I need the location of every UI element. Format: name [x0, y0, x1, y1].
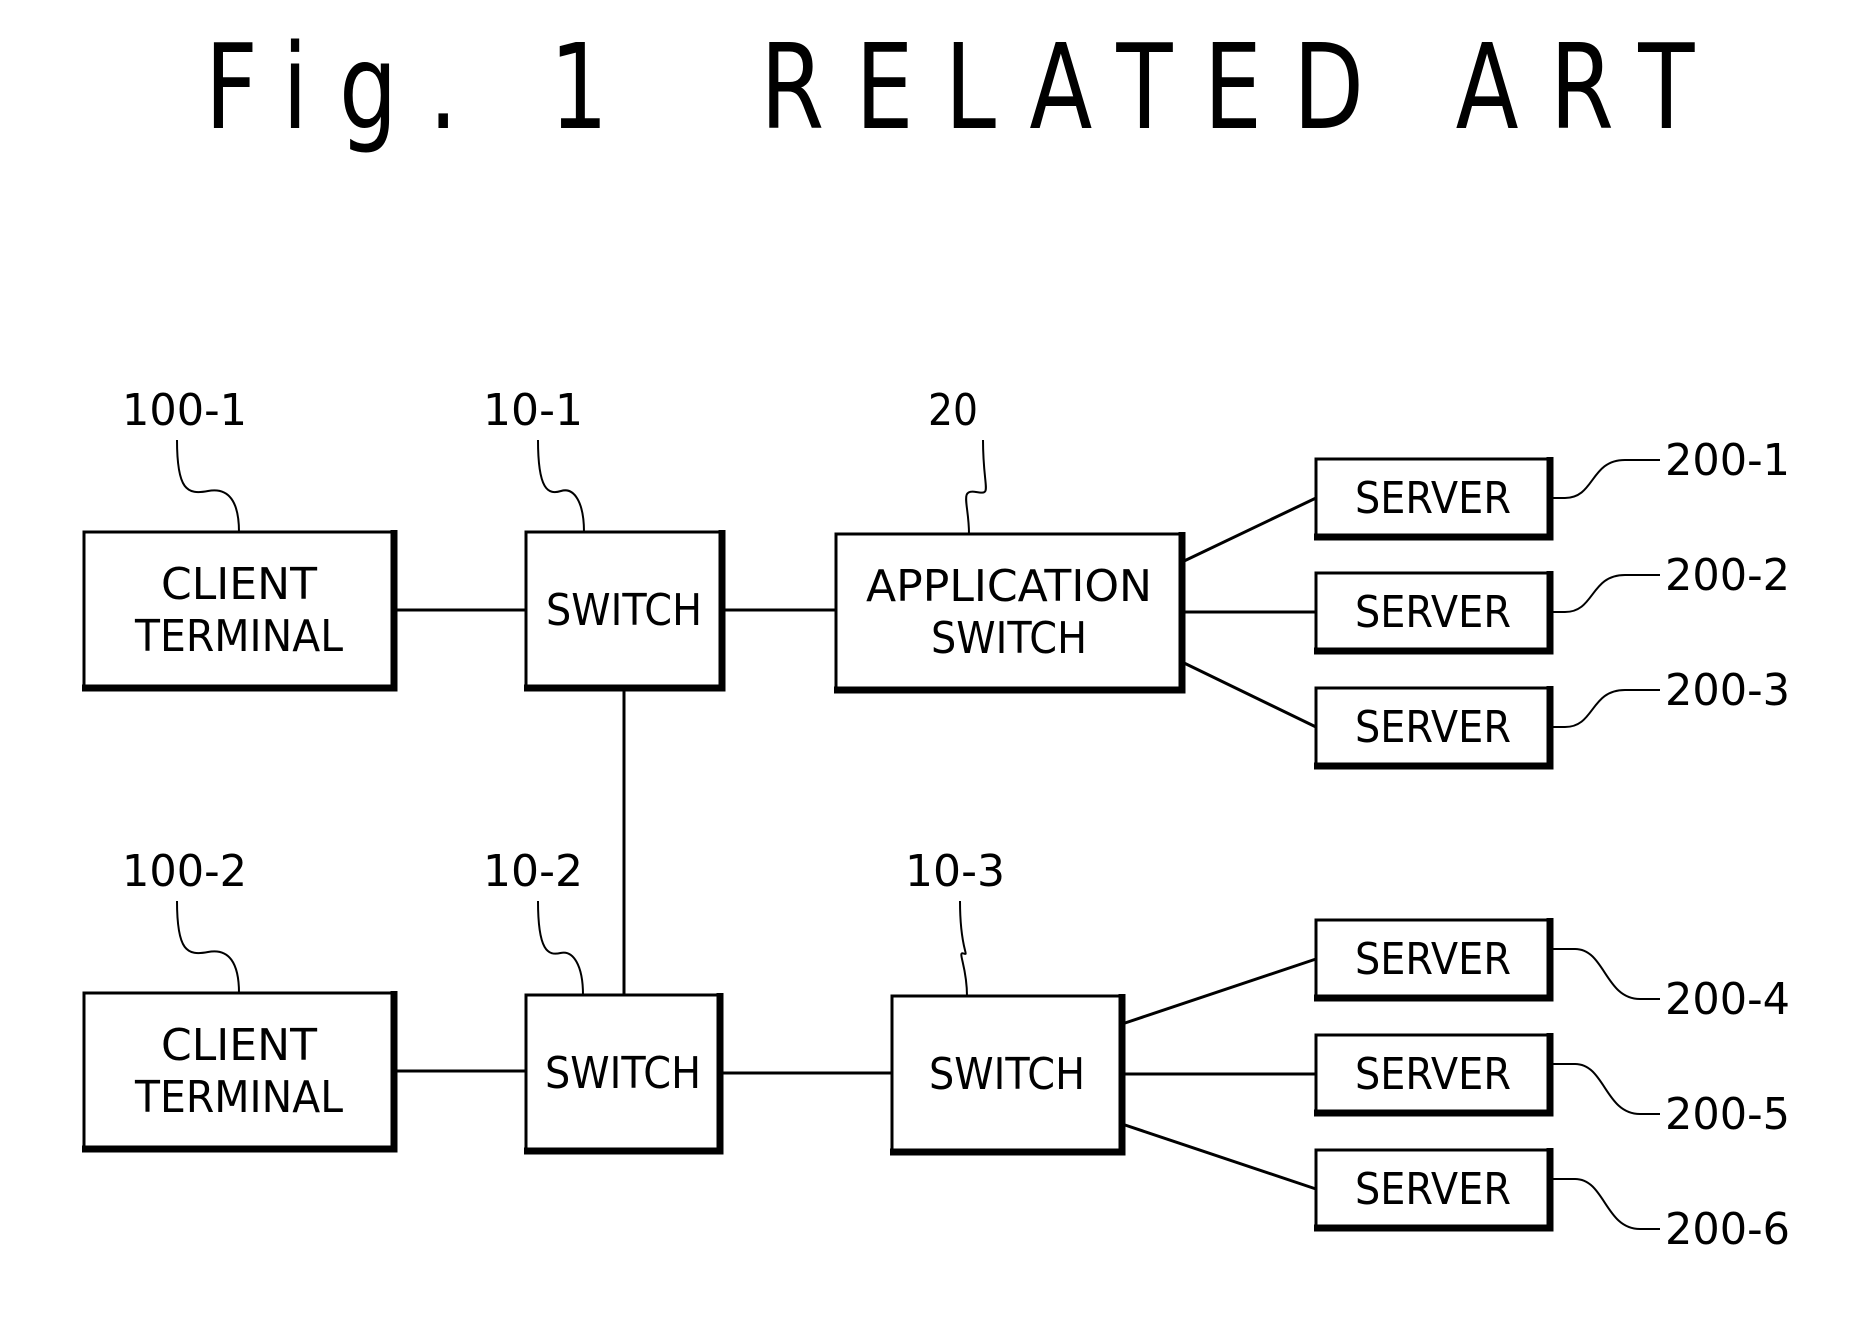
- node-client-1: CLIENTTERMINAL 100-1: [82, 385, 398, 692]
- server-3-ref-numeral: 200-3: [1665, 665, 1790, 716]
- app-switch-box: [834, 532, 1184, 692]
- server-5-label-line: SERVER: [1355, 1049, 1511, 1100]
- app-switch-label-line: SWITCH: [931, 613, 1087, 664]
- client-2-label-line: CLIENT: [161, 1020, 317, 1071]
- server-2-ref-numeral: 200-2: [1665, 550, 1790, 601]
- switch-2-ref-numeral: 10-2: [483, 846, 583, 897]
- client-2-label-line: TERMINAL: [134, 1072, 343, 1123]
- server-1-ref-leader: [1550, 459, 1660, 499]
- node-app-switch: APPLICATIONSWITCH 20: [834, 385, 1186, 694]
- server-2-label-line: SERVER: [1355, 587, 1511, 638]
- switch-3-ref-numeral: 10-3: [905, 846, 1005, 897]
- switch-1-ref-leader: [537, 439, 585, 533]
- nodes: CLIENTTERMINAL100-1SWITCH10-1APPLICATION…: [82, 385, 1790, 1255]
- server-5-ref-numeral: 200-5: [1665, 1089, 1790, 1140]
- server-2-ref-leader: [1550, 574, 1660, 613]
- switch-2-ref-leader: [537, 900, 584, 996]
- app-switch-ref-leader: [965, 439, 987, 535]
- node-server-1: SERVER 200-1: [1314, 435, 1790, 541]
- switch-1-label-line: SWITCH: [546, 585, 702, 636]
- connection-app-switch-server-1: [1181, 496, 1317, 564]
- server-5-ref-leader: [1550, 1063, 1660, 1115]
- server-4-ref-numeral: 200-4: [1665, 974, 1790, 1025]
- connection-app-switch-server-3: [1181, 660, 1317, 729]
- client-1-label-line: TERMINAL: [134, 611, 343, 662]
- client-1-ref-numeral: 100-1: [122, 385, 247, 436]
- client-1-label-line: CLIENT: [161, 559, 317, 610]
- switch-3-label-line: SWITCH: [929, 1049, 1085, 1100]
- server-6-label-line: SERVER: [1355, 1164, 1511, 1215]
- switch-3-ref-leader: [959, 900, 968, 997]
- client-2-box: [82, 991, 396, 1151]
- client-1-box: [82, 530, 396, 690]
- node-server-4: SERVER 200-4: [1314, 918, 1790, 1025]
- server-1-ref-numeral: 200-1: [1665, 435, 1790, 486]
- switch-2-label-line: SWITCH: [545, 1048, 701, 1099]
- connection-switch-3-server-6: [1121, 1122, 1317, 1191]
- node-switch-2: SWITCH 10-2: [483, 846, 724, 1155]
- server-3-ref-leader: [1550, 689, 1660, 728]
- node-switch-1: SWITCH 10-1: [483, 385, 726, 692]
- node-server-2: SERVER 200-2: [1314, 550, 1790, 655]
- server-3-label-line: SERVER: [1355, 702, 1511, 753]
- client-2-ref-numeral: 100-2: [122, 846, 247, 897]
- app-switch-label-line: APPLICATION: [866, 561, 1152, 612]
- node-server-6: SERVER 200-6: [1314, 1148, 1790, 1255]
- client-1-ref-leader: [176, 439, 240, 533]
- server-4-label-line: SERVER: [1355, 934, 1511, 985]
- app-switch-ref-numeral: 20: [928, 385, 978, 436]
- switch-1-ref-numeral: 10-1: [483, 385, 583, 436]
- server-6-ref-numeral: 200-6: [1665, 1204, 1790, 1255]
- client-2-ref-leader: [176, 900, 240, 994]
- server-4-ref-leader: [1550, 948, 1660, 1000]
- node-server-3: SERVER 200-3: [1314, 665, 1790, 770]
- node-client-2: CLIENTTERMINAL 100-2: [82, 846, 398, 1153]
- node-server-5: SERVER 200-5: [1314, 1033, 1790, 1140]
- server-6-ref-leader: [1550, 1178, 1660, 1230]
- node-switch-3: SWITCH 10-3: [890, 846, 1126, 1156]
- connection-switch-3-server-4: [1121, 957, 1317, 1026]
- server-1-label-line: SERVER: [1355, 473, 1511, 524]
- network-diagram: CLIENTTERMINAL100-1SWITCH10-1APPLICATION…: [82, 385, 1790, 1255]
